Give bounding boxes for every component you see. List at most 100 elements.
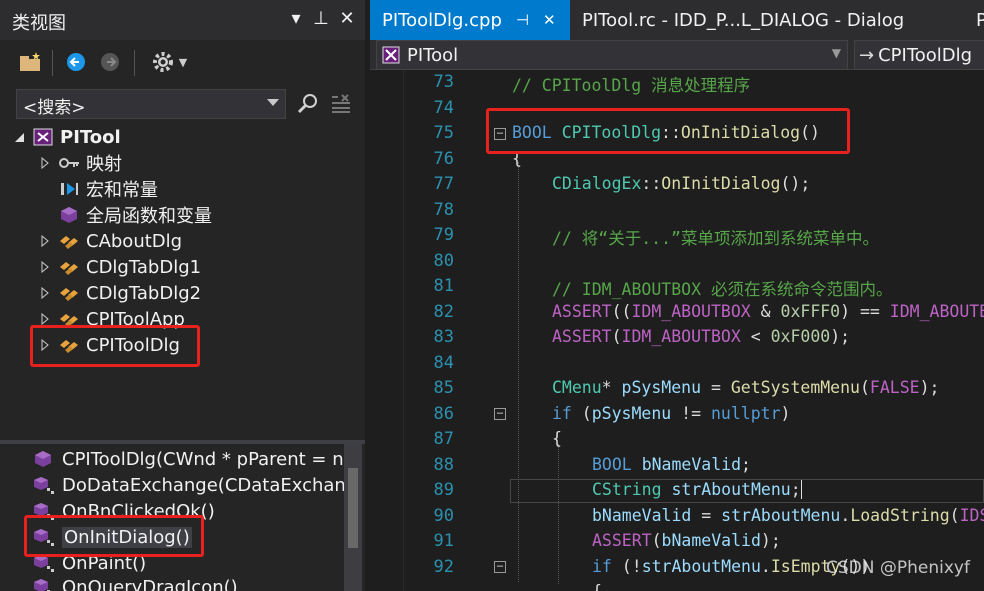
map-icon (58, 153, 80, 173)
close-icon[interactable]: ✕ (336, 8, 358, 29)
class-icon (58, 309, 80, 329)
macro-icon (58, 179, 80, 199)
project-icon (382, 46, 400, 64)
class-icon (58, 283, 80, 303)
class-view-titlebar: 类视图 ▾ ⊥ ✕ (0, 0, 365, 40)
forward-arrow-icon (101, 53, 119, 71)
protected-method-icon (34, 477, 54, 494)
member-item[interactable]: OnQueryDragIcon() (32, 574, 238, 591)
line-number: 73 (433, 72, 454, 92)
forward-button[interactable] (96, 50, 124, 74)
line-number: 85 (433, 378, 454, 398)
line-number: 74 (433, 98, 454, 118)
member-item[interactable]: OnBnClickedOk() (32, 498, 215, 524)
line-number: 75 (433, 123, 454, 143)
fold-toggle[interactable]: − (494, 127, 506, 140)
line-number: 83 (433, 327, 454, 347)
line-number: 82 (433, 302, 454, 322)
line-number: 86 (433, 404, 454, 424)
tree-item-pitool[interactable]: PITool (12, 124, 121, 150)
class-icon (58, 335, 80, 355)
class-icon (58, 257, 80, 277)
tree-item-cpitoolapp[interactable]: CPIToolApp (38, 306, 185, 332)
project-icon (32, 127, 54, 147)
collapsed-arrow-icon[interactable] (38, 156, 52, 170)
window-dropdown-icon[interactable]: ▾ (285, 8, 307, 29)
chevron-down-icon: ▼ (178, 55, 188, 69)
tree-item-caboutdlg[interactable]: CAboutDlg (38, 228, 182, 254)
collapsed-arrow-icon[interactable] (38, 312, 52, 326)
collapsed-arrow-icon[interactable] (38, 234, 52, 248)
tree-item-globals[interactable]: 全局函数和变量 (38, 202, 212, 228)
chevron-down-icon[interactable]: ▼ (832, 46, 841, 60)
line-number: 84 (433, 353, 454, 373)
line-number: 91 (433, 531, 454, 551)
tab-pitooldlg-cpp[interactable]: PIToolDlg.cpp ⊣ ✕ (370, 0, 570, 40)
member-item[interactable]: OnPaint() (32, 550, 146, 576)
protected-method-icon (34, 555, 54, 572)
tree-item-cdlgtabdlg2[interactable]: CDlgTabDlg2 (38, 280, 201, 306)
editor-margin (370, 70, 404, 591)
navigation-bar: PITool ▼ → CPIToolDlg (370, 40, 984, 70)
method-icon (35, 451, 51, 467)
fold-toggle[interactable]: − (494, 560, 506, 573)
class-view-title: 类视图 (12, 13, 66, 34)
protected-method-icon (34, 503, 54, 520)
members-list: CPIToolDlg(CWnd * pParent = n DoDataExch… (0, 444, 344, 591)
search-combobox[interactable]: <搜索> (16, 89, 286, 119)
line-number: 80 (433, 251, 454, 271)
document-tabs: PIToolDlg.cpp ⊣ ✕ PITool.rc - IDD_P...L_… (370, 0, 984, 40)
tree-item-cdlgtabdlg1[interactable]: CDlgTabDlg1 (38, 254, 201, 280)
protected-method-icon (34, 579, 50, 591)
watermark-text: CSDN @Phenixyf (826, 558, 970, 578)
project-scope-dropdown[interactable]: PITool ▼ (376, 40, 848, 70)
tree-item-cpitooldlg[interactable]: CPIToolDlg (38, 332, 180, 358)
line-number: 76 (433, 149, 454, 169)
line-number: 89 (433, 480, 454, 500)
line-number: 79 (433, 225, 454, 245)
expanded-arrow-icon[interactable] (12, 130, 26, 144)
class-view-toolbar: ▼ (0, 42, 365, 82)
scrollbar-thumb[interactable] (348, 468, 358, 548)
new-folder-icon (20, 52, 40, 71)
line-number: 77 (433, 174, 454, 194)
class-scope-dropdown[interactable]: → CPIToolDlg (854, 40, 984, 70)
back-button[interactable] (62, 50, 90, 74)
collapsed-arrow-icon[interactable] (38, 338, 52, 352)
gear-icon (152, 52, 173, 72)
member-item[interactable]: CPIToolDlg(CWnd * pParent = n (32, 446, 344, 472)
protected-method-icon (34, 529, 54, 546)
back-arrow-icon (67, 53, 85, 71)
pin-icon[interactable]: ⊣ (516, 11, 529, 29)
member-item-oninitdialog[interactable]: OnInitDialog() (32, 524, 192, 550)
tab-overflow[interactable]: P (964, 0, 984, 40)
settings-button[interactable]: ▼ (144, 50, 194, 74)
code-editor[interactable]: 73 74 75 76 77 78 79 80 81 82 83 84 85 8… (370, 70, 984, 591)
collapsed-arrow-icon[interactable] (38, 286, 52, 300)
chevron-down-icon[interactable] (267, 99, 279, 106)
close-icon[interactable]: ✕ (543, 11, 556, 29)
arrow-right-icon: → (859, 44, 875, 66)
class-view-pane: 类视图 ▾ ⊥ ✕ ▼ <搜索> PITool 映射 宏和常量 全局函数和变量 … (0, 0, 365, 591)
tree-item-macros[interactable]: 宏和常量 (38, 176, 158, 202)
editor-pane: PIToolDlg.cpp ⊣ ✕ PITool.rc - IDD_P...L_… (370, 0, 984, 591)
line-number: 81 (433, 276, 454, 296)
line-number: 87 (433, 429, 454, 449)
line-number: 88 (433, 455, 454, 475)
settings-list-icon[interactable] (330, 94, 352, 119)
tree-item-map[interactable]: 映射 (38, 150, 122, 176)
line-number: 90 (433, 506, 454, 526)
line-number: 92 (433, 557, 454, 577)
new-folder-button[interactable] (16, 50, 44, 74)
pin-icon[interactable]: ⊥ (310, 8, 332, 29)
tab-pitool-rc[interactable]: PITool.rc - IDD_P...L_DIALOG - Dialog (570, 0, 910, 40)
member-item[interactable]: DoDataExchange(CDataExchang (32, 472, 344, 498)
global-icon (58, 205, 80, 225)
search-icon[interactable] (296, 92, 320, 121)
members-scrollbar[interactable] (344, 444, 362, 591)
collapsed-arrow-icon[interactable] (38, 260, 52, 274)
fold-toggle[interactable]: − (494, 407, 506, 420)
class-icon (58, 231, 80, 251)
search-input[interactable]: <搜索> (23, 93, 86, 118)
line-number: 78 (433, 200, 454, 220)
